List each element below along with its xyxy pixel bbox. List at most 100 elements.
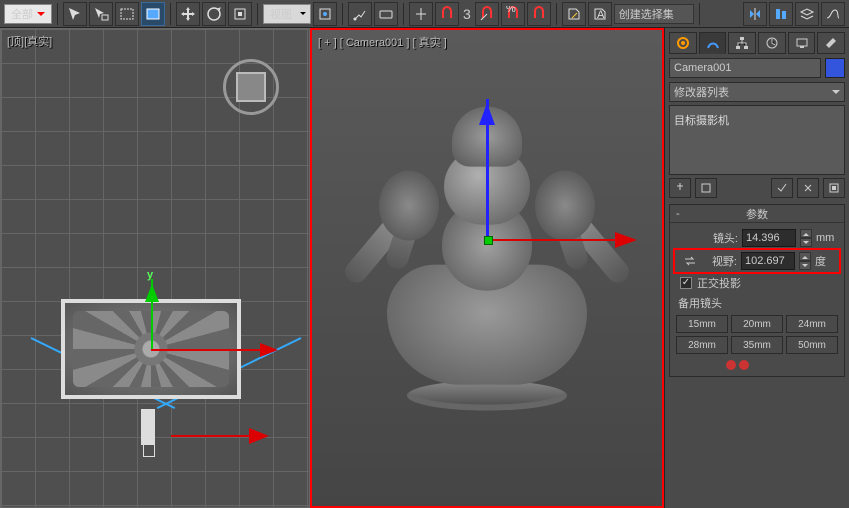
- camera-glyph-icon: [141, 409, 155, 445]
- lens-preset-button[interactable]: 50mm: [786, 336, 838, 354]
- edit-named-selection-button[interactable]: [562, 2, 586, 26]
- svg-text:A: A: [597, 9, 605, 21]
- viewport-area: [顶][真实] y [ + ] [ Camera001 ] [ 真实 ]: [0, 28, 664, 508]
- reference-coord-dropdown[interactable]: 视图: [263, 4, 311, 24]
- modifier-list-label: 修改器列表: [674, 84, 729, 100]
- modifier-stack-item[interactable]: 目标摄影机: [674, 110, 840, 130]
- modifier-stack[interactable]: 目标摄影机: [669, 105, 845, 175]
- keyboard-shortcut-button[interactable]: [374, 2, 398, 26]
- stock-lenses-label: 备用镜头: [678, 295, 838, 311]
- fov-direction-button[interactable]: [683, 252, 701, 270]
- viewport-top[interactable]: [顶][真实] y: [0, 28, 310, 508]
- checkbox-icon: [680, 277, 692, 289]
- align-button[interactable]: [769, 2, 793, 26]
- gizmo-z-axis-icon[interactable]: [486, 99, 489, 239]
- snap-toggle-button[interactable]: [435, 2, 459, 26]
- selection-region-button[interactable]: [115, 2, 139, 26]
- fov-value-input[interactable]: 102.697: [741, 252, 795, 270]
- selection-filter-label: 全部: [11, 6, 33, 22]
- lens-preset-button[interactable]: 28mm: [676, 336, 728, 354]
- lens-preset-button[interactable]: 24mm: [786, 315, 838, 333]
- tab-motion[interactable]: [758, 32, 786, 54]
- command-panel-tabs: [669, 32, 845, 54]
- lens-preset-button[interactable]: 35mm: [731, 336, 783, 354]
- named-selection-placeholder: 创建选择集: [619, 6, 674, 22]
- pivot-center-button[interactable]: [313, 2, 337, 26]
- svg-text:%: %: [506, 6, 516, 15]
- lens-value-input[interactable]: 14.396: [742, 229, 796, 247]
- separator: [403, 3, 404, 25]
- manipulate-button[interactable]: [348, 2, 372, 26]
- rotate-button[interactable]: [202, 2, 226, 26]
- viewcube-face[interactable]: [236, 72, 266, 102]
- viewport-camera-label[interactable]: [ + ] [ Camera001 ] [ 真实 ]: [318, 34, 447, 50]
- show-end-result-button[interactable]: [695, 178, 717, 198]
- orthographic-label: 正交投影: [697, 275, 741, 291]
- tab-utilities[interactable]: [817, 32, 845, 54]
- object-name-field[interactable]: Camera001: [669, 58, 821, 78]
- fov-row: 视野: 102.697 度: [676, 251, 838, 271]
- rollout-body: 镜头: 14.396 mm 视野: 102.697 度 正交投影 备用镜头 15…: [670, 223, 844, 376]
- separator: [342, 3, 343, 25]
- lens-preset-button[interactable]: 15mm: [676, 315, 728, 333]
- lens-spinner[interactable]: [800, 229, 812, 247]
- separator: [699, 3, 700, 25]
- lens-unit: mm: [816, 232, 838, 244]
- pin-stack-button[interactable]: [669, 178, 691, 198]
- fov-unit: 度: [815, 253, 837, 269]
- modifier-list-dropdown[interactable]: 修改器列表: [669, 82, 845, 102]
- viewport-top-label[interactable]: [顶][真实]: [7, 33, 52, 49]
- named-selection-set-dropdown[interactable]: 创建选择集: [614, 4, 694, 24]
- select-object-button[interactable]: [63, 2, 87, 26]
- viewcube[interactable]: [223, 59, 279, 115]
- right-tool-group: [743, 2, 845, 26]
- spinner-snap-button[interactable]: [527, 2, 551, 26]
- truncation-dots-icon: [726, 360, 838, 370]
- viewport-camera[interactable]: [ + ] [ Camera001 ] [ 真实 ]: [310, 28, 664, 508]
- selection-filter-dropdown[interactable]: 全部: [4, 4, 52, 24]
- red-arrow-icon: [171, 435, 261, 437]
- window-crossing-button[interactable]: [141, 2, 165, 26]
- lens-value: 14.396: [746, 232, 780, 244]
- lens-row: 镜头: 14.396 mm: [676, 229, 838, 247]
- angle-snap-button[interactable]: [475, 2, 499, 26]
- lens-preset-button[interactable]: 20mm: [731, 315, 783, 333]
- move-button[interactable]: [176, 2, 200, 26]
- tab-hierarchy[interactable]: [728, 32, 756, 54]
- percent-snap-button[interactable]: %: [501, 2, 525, 26]
- snap-number-label: 3: [461, 6, 473, 22]
- make-unique-button[interactable]: [771, 178, 793, 198]
- separator: [257, 3, 258, 25]
- object-name-text: Camera001: [674, 62, 731, 74]
- select-by-name-button[interactable]: [89, 2, 113, 26]
- mirror-button[interactable]: [743, 2, 767, 26]
- main-toolbar: 全部 视图 3 % A 创建选择集: [0, 0, 849, 28]
- tab-modify[interactable]: [699, 32, 727, 54]
- lens-presets: 15mm 20mm 24mm 28mm 35mm 50mm: [676, 315, 838, 354]
- separator: [57, 3, 58, 25]
- axis-constraint-x-button[interactable]: [409, 2, 433, 26]
- statue-ear: [379, 171, 439, 241]
- object-color-swatch[interactable]: [825, 58, 845, 78]
- lens-label: 镜头:: [708, 230, 738, 246]
- tab-create[interactable]: [669, 32, 697, 54]
- modifier-stack-buttons: [669, 178, 845, 198]
- gizmo-y-axis-icon[interactable]: [484, 236, 493, 245]
- remove-modifier-button[interactable]: [797, 178, 819, 198]
- fov-spinner[interactable]: [799, 252, 811, 270]
- layer-manager-button[interactable]: [795, 2, 819, 26]
- named-selection-button2[interactable]: A: [588, 2, 612, 26]
- orthographic-checkbox[interactable]: 正交投影: [680, 275, 838, 291]
- command-panel: Camera001 修改器列表 目标摄影机 参数 镜头: 14.396 mm: [664, 28, 849, 508]
- reference-coord-label: 视图: [270, 6, 292, 22]
- statue-base: [407, 381, 567, 411]
- parameters-rollout: 参数 镜头: 14.396 mm 视野: 102.697 度 正交投影 备用镜头: [669, 204, 845, 377]
- configure-modifier-button[interactable]: [823, 178, 845, 198]
- rollout-header[interactable]: 参数: [670, 205, 844, 223]
- tab-display[interactable]: [788, 32, 816, 54]
- separator: [170, 3, 171, 25]
- gizmo-x-axis-icon[interactable]: [487, 239, 627, 241]
- separator: [556, 3, 557, 25]
- scale-button[interactable]: [228, 2, 252, 26]
- curve-editor-button[interactable]: [821, 2, 845, 26]
